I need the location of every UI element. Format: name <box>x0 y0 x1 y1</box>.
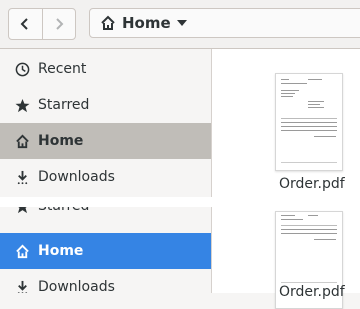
places-sidebar: Recent Starred Home Downloads Home Downl… <box>0 49 212 293</box>
sidebar-item-label: Downloads <box>38 169 115 185</box>
pan-down-icon <box>176 20 187 26</box>
drag-ghost-item-downloads: Downloads <box>0 269 211 293</box>
back-button[interactable] <box>9 9 42 39</box>
path-bar-home-button[interactable]: Home <box>89 8 360 38</box>
file-item-order-pdf[interactable] <box>275 73 343 171</box>
go-previous-icon <box>20 18 28 30</box>
drag-ghost-item-home: Home <box>0 233 211 269</box>
clock-icon <box>14 61 30 77</box>
navigation-buttons <box>8 8 76 40</box>
header-bar: Home <box>0 0 360 49</box>
sidebar-item-home[interactable]: Home <box>0 123 211 159</box>
sidebar-item-label: Downloads <box>38 279 115 293</box>
home-icon <box>14 243 30 259</box>
home-icon <box>14 133 30 149</box>
sidebar-item-label: Recent <box>38 61 87 77</box>
star-icon <box>14 97 30 113</box>
sidebar-item-downloads[interactable]: Downloads <box>0 159 211 195</box>
drag-separator <box>0 197 360 207</box>
file-view: Order.pdf Order.pdf <box>212 49 360 309</box>
file-item-label: Order.pdf <box>279 284 345 300</box>
file-item-label: Order.pdf <box>279 176 345 192</box>
sidebar-item-label: Home <box>38 133 84 149</box>
download-icon <box>14 279 30 293</box>
go-next-icon <box>56 18 64 30</box>
home-icon <box>101 15 115 30</box>
forward-button[interactable] <box>41 9 76 39</box>
path-bar-label: Home <box>122 14 171 32</box>
sidebar-item-recent[interactable]: Recent <box>0 51 211 87</box>
sidebar-item-label: Starred <box>38 97 90 113</box>
sidebar-item-starred[interactable]: Starred <box>0 87 211 123</box>
sidebar-item-label: Home <box>38 243 84 259</box>
download-icon <box>14 169 30 185</box>
